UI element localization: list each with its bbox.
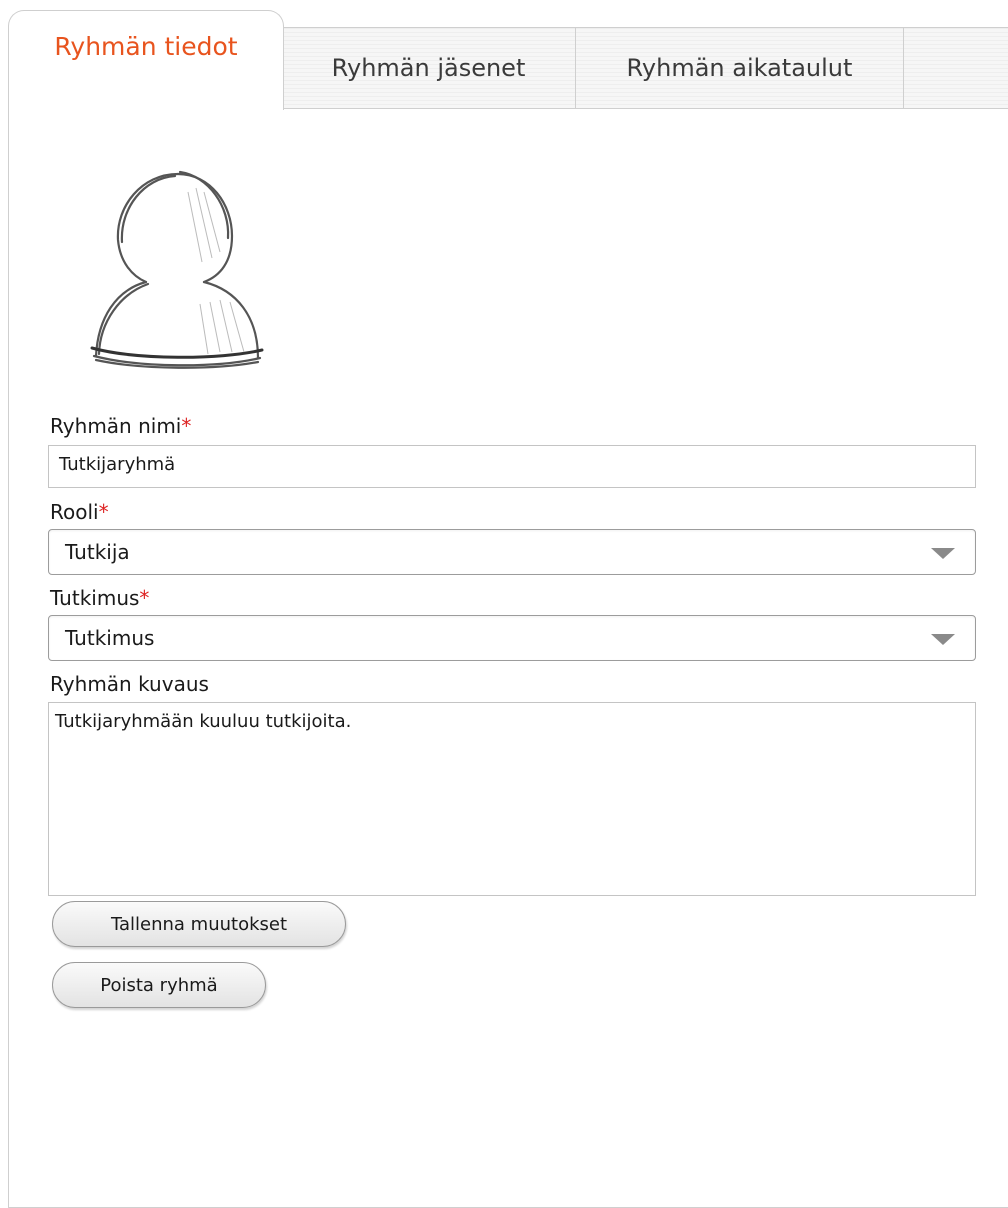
role-select-value: Tutkija	[65, 540, 130, 564]
study-select-value: Tutkimus	[65, 626, 155, 650]
study-select[interactable]: Tutkimus	[48, 615, 976, 661]
study-label-text: Tutkimus	[50, 586, 140, 610]
description-label: Ryhmän kuvaus	[50, 672, 209, 696]
group-name-input[interactable]: Tutkijaryhmä	[48, 445, 976, 488]
tab-group-members[interactable]: Ryhmän jäsenet	[282, 27, 576, 109]
tab-group-schedules[interactable]: Ryhmän aikataulut	[576, 27, 904, 109]
group-name-label-text: Ryhmän nimi	[50, 414, 182, 438]
save-changes-button[interactable]: Tallenna muutokset	[52, 901, 346, 947]
study-label: Tutkimus*	[50, 586, 149, 610]
required-mark: *	[98, 500, 109, 524]
tab-group-info[interactable]: Ryhmän tiedot	[8, 10, 284, 110]
group-name-label: Ryhmän nimi*	[50, 414, 191, 438]
user-silhouette-icon	[80, 162, 276, 372]
description-textarea[interactable]: Tutkijaryhmään kuuluu tutkijoita.	[48, 702, 976, 896]
chevron-down-icon	[931, 634, 955, 645]
role-label: Rooli*	[50, 500, 109, 524]
role-select[interactable]: Tutkija	[48, 529, 976, 575]
chevron-down-icon	[931, 548, 955, 559]
delete-group-button[interactable]: Poista ryhmä	[52, 962, 266, 1008]
required-mark: *	[139, 586, 150, 610]
required-mark: *	[181, 414, 192, 438]
role-label-text: Rooli	[50, 500, 99, 524]
